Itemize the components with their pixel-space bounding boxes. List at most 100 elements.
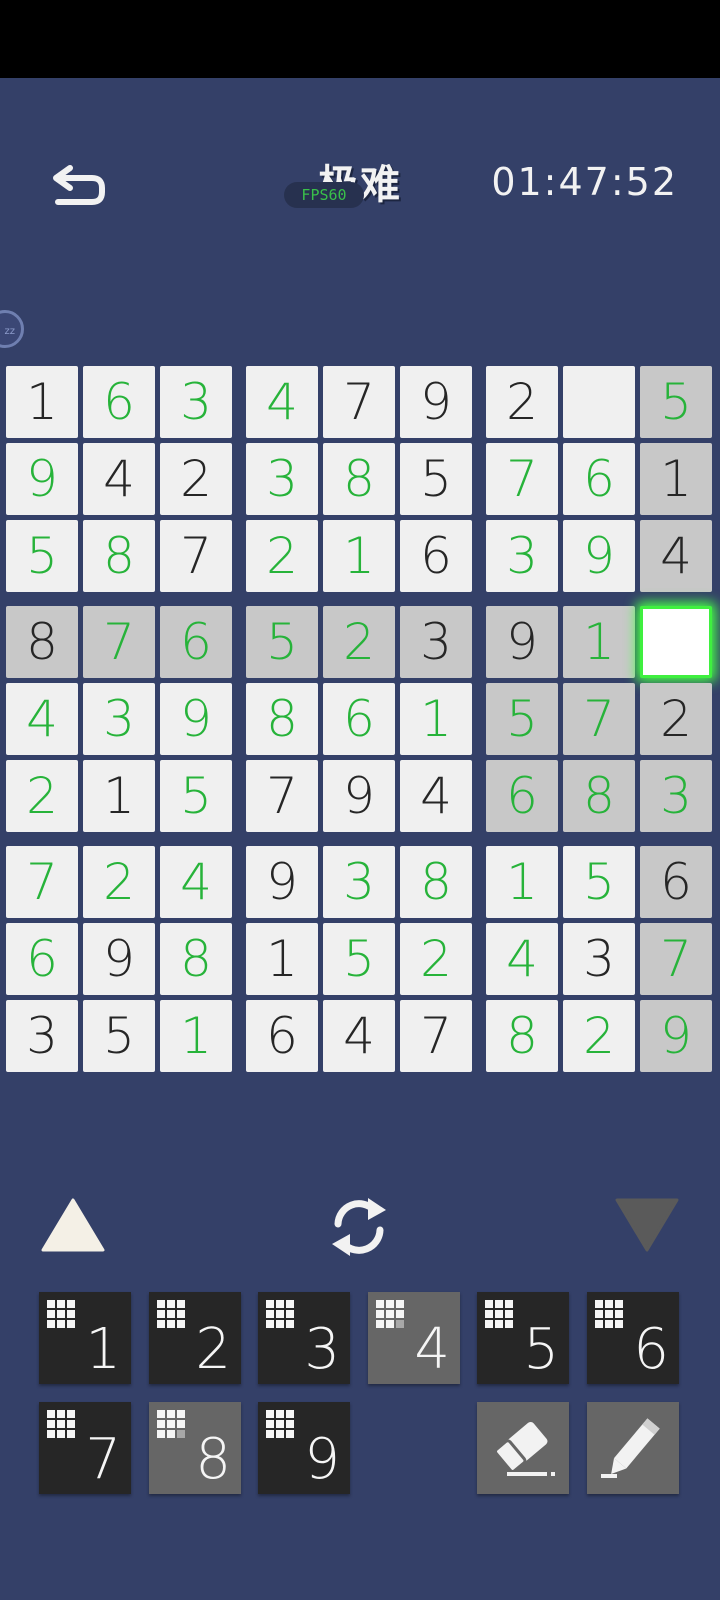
sudoku-cell[interactable]: 4	[400, 760, 472, 832]
sudoku-cell[interactable]: 9	[563, 520, 635, 592]
sudoku-cell[interactable]: 3	[563, 923, 635, 995]
number-key-6[interactable]: 6	[587, 1292, 679, 1384]
number-key-1[interactable]: 1	[39, 1292, 131, 1384]
sudoku-cell[interactable]: 2	[83, 846, 155, 918]
sudoku-cell[interactable]: 2	[323, 606, 395, 678]
number-key-5[interactable]: 5	[477, 1292, 569, 1384]
sudoku-cell[interactable]: 3	[486, 520, 558, 592]
grid-dots-icon	[47, 1410, 75, 1438]
sudoku-cell[interactable]: 8	[160, 923, 232, 995]
sudoku-cell[interactable]: 1	[83, 760, 155, 832]
sudoku-cell[interactable]: 5	[400, 443, 472, 515]
grid-dots-icon	[157, 1410, 185, 1438]
sudoku-cell[interactable]: 4	[160, 846, 232, 918]
sudoku-cell[interactable]: 9	[83, 923, 155, 995]
sudoku-cell[interactable]: 7	[160, 520, 232, 592]
move-up-button[interactable]	[40, 1196, 106, 1254]
sudoku-cell[interactable]: 2	[246, 520, 318, 592]
sudoku-cell[interactable]: 6	[83, 366, 155, 438]
sudoku-cell[interactable]: 9	[640, 1000, 712, 1072]
sudoku-cell[interactable]: 4	[246, 366, 318, 438]
sudoku-cell[interactable]: 5	[323, 923, 395, 995]
sudoku-cell[interactable]: 3	[400, 606, 472, 678]
sudoku-cell[interactable]: 8	[246, 683, 318, 755]
sudoku-cell[interactable]: 7	[246, 760, 318, 832]
sudoku-cell[interactable]: 6	[563, 443, 635, 515]
move-down-button[interactable]	[614, 1196, 680, 1254]
sudoku-cell[interactable]: 1	[246, 923, 318, 995]
sudoku-cell[interactable]: 9	[323, 760, 395, 832]
sudoku-cell[interactable]: 1	[323, 520, 395, 592]
sudoku-cell[interactable]: 2	[400, 923, 472, 995]
sudoku-cell[interactable]: 7	[323, 366, 395, 438]
sudoku-cell[interactable]: 8	[323, 443, 395, 515]
sudoku-cell[interactable]: 1	[6, 366, 78, 438]
number-key-2[interactable]: 2	[149, 1292, 241, 1384]
sudoku-cell[interactable]	[563, 366, 635, 438]
sudoku-cell[interactable]: 4	[323, 1000, 395, 1072]
sudoku-cell[interactable]: 7	[6, 846, 78, 918]
sudoku-cell[interactable]: 5	[486, 683, 558, 755]
sudoku-cell[interactable]: 4	[640, 520, 712, 592]
sudoku-cell[interactable]: 4	[83, 443, 155, 515]
sudoku-cell[interactable]: 8	[83, 520, 155, 592]
eraser-button[interactable]	[477, 1402, 569, 1494]
sudoku-cell[interactable]: 4	[6, 683, 78, 755]
sudoku-cell[interactable]: 7	[400, 1000, 472, 1072]
sudoku-cell[interactable]: 6	[400, 520, 472, 592]
grid-dots-icon	[485, 1300, 513, 1328]
sudoku-cell[interactable]: 5	[160, 760, 232, 832]
sudoku-cell[interactable]: 6	[640, 846, 712, 918]
sudoku-cell[interactable]: 1	[160, 1000, 232, 1072]
sudoku-cell-selected[interactable]	[640, 606, 712, 678]
sudoku-cell[interactable]: 6	[486, 760, 558, 832]
sudoku-cell[interactable]: 2	[640, 683, 712, 755]
sudoku-cell[interactable]: 3	[83, 683, 155, 755]
sudoku-cell[interactable]: 9	[246, 846, 318, 918]
sudoku-cell[interactable]: 8	[563, 760, 635, 832]
sudoku-cell[interactable]: 1	[486, 846, 558, 918]
sudoku-cell[interactable]: 7	[83, 606, 155, 678]
sudoku-cell[interactable]: 7	[563, 683, 635, 755]
sudoku-cell[interactable]: 5	[6, 520, 78, 592]
sudoku-cell[interactable]: 5	[640, 366, 712, 438]
refresh-button[interactable]	[324, 1192, 394, 1262]
sudoku-cell[interactable]: 7	[640, 923, 712, 995]
sudoku-cell[interactable]: 5	[563, 846, 635, 918]
sudoku-cell[interactable]: 9	[486, 606, 558, 678]
sudoku-cell[interactable]: 3	[640, 760, 712, 832]
sudoku-cell[interactable]: 4	[486, 923, 558, 995]
sudoku-cell[interactable]: 8	[400, 846, 472, 918]
sudoku-cell[interactable]: 3	[6, 1000, 78, 1072]
sudoku-cell[interactable]: 9	[400, 366, 472, 438]
pencil-notes-button[interactable]	[587, 1402, 679, 1494]
sudoku-cell[interactable]: 5	[83, 1000, 155, 1072]
sudoku-cell[interactable]: 8	[6, 606, 78, 678]
sudoku-cell[interactable]: 3	[323, 846, 395, 918]
sudoku-cell[interactable]: 9	[160, 683, 232, 755]
sudoku-cell[interactable]: 5	[246, 606, 318, 678]
sudoku-cell[interactable]: 1	[563, 606, 635, 678]
sudoku-cell[interactable]: 6	[323, 683, 395, 755]
sudoku-cell[interactable]: 1	[400, 683, 472, 755]
sudoku-cell[interactable]: 6	[246, 1000, 318, 1072]
sudoku-cell[interactable]: 2	[160, 443, 232, 515]
sudoku-cell[interactable]: 2	[486, 366, 558, 438]
number-key-9[interactable]: 9	[258, 1402, 350, 1494]
sudoku-cell[interactable]: 8	[486, 1000, 558, 1072]
sudoku-cell[interactable]: 6	[6, 923, 78, 995]
sudoku-cell[interactable]: 2	[6, 760, 78, 832]
number-key-3[interactable]: 3	[258, 1292, 350, 1384]
number-key-7[interactable]: 7	[39, 1402, 131, 1494]
sudoku-cell[interactable]: 3	[160, 366, 232, 438]
sudoku-cell[interactable]: 1	[640, 443, 712, 515]
grid-dots-icon	[47, 1300, 75, 1328]
number-key-4[interactable]: 4	[368, 1292, 460, 1384]
sudoku-cell[interactable]: 7	[486, 443, 558, 515]
sudoku-cell[interactable]: 3	[246, 443, 318, 515]
sudoku-cell[interactable]: 2	[563, 1000, 635, 1072]
number-key-8[interactable]: 8	[149, 1402, 241, 1494]
grid-dots-icon	[595, 1300, 623, 1328]
sudoku-cell[interactable]: 9	[6, 443, 78, 515]
sudoku-cell[interactable]: 6	[160, 606, 232, 678]
